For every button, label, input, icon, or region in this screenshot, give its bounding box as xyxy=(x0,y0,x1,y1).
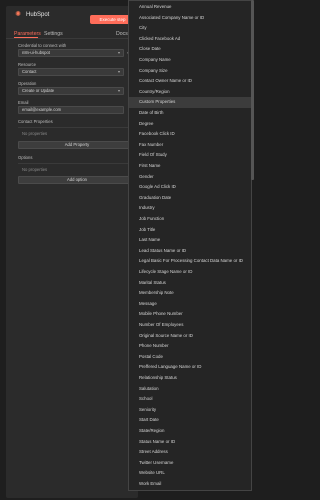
dropdown-option[interactable]: Twitter Username xyxy=(129,458,251,469)
dropdown-option[interactable]: Original Source Name or ID xyxy=(129,331,251,342)
dropdown-option[interactable]: Marital Status xyxy=(129,278,251,289)
operation-label: Operation xyxy=(18,81,37,86)
chevron-down-icon: ▾ xyxy=(117,88,120,93)
node-panel: ✺ HubSpot Execute step Parameters Settin… xyxy=(6,6,138,498)
tab-docs[interactable]: Docs xyxy=(116,31,128,37)
credential-value: n8n-ui-hubspot xyxy=(22,50,50,55)
dropdown-option[interactable]: Close Date xyxy=(129,44,251,55)
resource-value: Contact xyxy=(22,69,37,74)
dropdown-option[interactable]: Company Size xyxy=(129,66,251,77)
divider xyxy=(18,127,136,128)
dropdown-option[interactable]: Status Name or ID xyxy=(129,437,251,448)
dropdown-option[interactable]: Relationship Status xyxy=(129,373,251,384)
contact-properties-label: Contact Properties xyxy=(18,119,53,124)
credential-label: Credential to connect with xyxy=(18,43,67,48)
dropdown-option[interactable]: City xyxy=(129,23,251,34)
credential-select[interactable]: n8n-ui-hubspot ▾ xyxy=(18,49,124,57)
dropdown-option[interactable]: Street Address xyxy=(129,447,251,458)
property-dropdown-list[interactable]: Annual Revenue Associated Company Name or… xyxy=(128,0,252,491)
dropdown-option[interactable]: Website URL xyxy=(129,468,251,479)
dropdown-option[interactable]: Postal Code xyxy=(129,352,251,363)
chevron-down-icon: ▾ xyxy=(117,50,120,55)
dropdown-option[interactable]: Date of Birth xyxy=(129,108,251,119)
dropdown-option[interactable]: School xyxy=(129,394,251,405)
tab-settings[interactable]: Settings xyxy=(44,31,63,37)
dropdown-option[interactable]: First Name xyxy=(129,161,251,172)
dropdown-option[interactable]: Membership Note xyxy=(129,288,251,299)
dropdown-option[interactable]: Country/Region xyxy=(129,87,251,98)
dropdown-option[interactable]: Job Function xyxy=(129,214,251,225)
dropdown-option[interactable]: Graduation Date xyxy=(129,193,251,204)
dropdown-option[interactable]: Annual Revenue xyxy=(129,2,251,13)
dropdown-option[interactable]: Message xyxy=(129,299,251,310)
chevron-down-icon: ▾ xyxy=(117,69,120,74)
active-tab-indicator xyxy=(14,37,38,38)
dropdown-option[interactable]: Google Ad Click ID xyxy=(129,182,251,193)
dropdown-option[interactable]: State/Region xyxy=(129,426,251,437)
dropdown-option[interactable]: Industry xyxy=(129,203,251,214)
dropdown-option[interactable]: Facebook Click ID xyxy=(129,129,251,140)
dropdown-option[interactable]: Clicked Facebook Ad xyxy=(129,34,251,45)
dropdown-option[interactable]: Last Name xyxy=(129,235,251,246)
dropdown-option[interactable]: Lifecycle Stage Name or ID xyxy=(129,267,251,278)
no-properties-text: No properties xyxy=(22,131,48,136)
dropdown-option[interactable]: Legal Basic For Processing Contact Data … xyxy=(129,256,251,267)
operation-select[interactable]: Create or Update ▾ xyxy=(18,87,124,95)
dropdown-option[interactable]: Phone Number xyxy=(129,341,251,352)
dropdown-option[interactable]: Mobile Phone Number xyxy=(129,309,251,320)
add-property-button[interactable]: Add Property xyxy=(18,141,136,149)
dropdown-option[interactable]: Associated Company Name or ID xyxy=(129,13,251,24)
no-options-text: No properties xyxy=(22,167,48,172)
resource-label: Resource xyxy=(18,62,36,67)
dropdown-option[interactable]: Seniority xyxy=(129,405,251,416)
dropdown-scrollbar[interactable] xyxy=(251,0,254,180)
resource-select[interactable]: Contact ▾ xyxy=(18,68,124,76)
dropdown-option[interactable]: Start Date xyxy=(129,415,251,426)
app-title: HubSpot xyxy=(26,12,50,18)
hubspot-icon: ✺ xyxy=(15,11,21,18)
dropdown-option[interactable]: Salutation xyxy=(129,384,251,395)
dropdown-option[interactable]: Lead Status Name or ID xyxy=(129,246,251,257)
dropdown-option[interactable]: Work Email xyxy=(129,479,251,490)
dropdown-option[interactable]: Custom Properties xyxy=(129,97,251,108)
dropdown-option[interactable]: Job Title xyxy=(129,225,251,236)
dropdown-option[interactable]: Preffered Language Name or ID xyxy=(129,362,251,373)
add-option-button[interactable]: Add option xyxy=(18,176,136,184)
divider xyxy=(18,163,136,164)
dropdown-option[interactable]: Field Of Study xyxy=(129,150,251,161)
dropdown-option[interactable]: Number Of Employees xyxy=(129,320,251,331)
dropdown-option[interactable]: Contact Owner Name or ID xyxy=(129,76,251,87)
email-label: Email xyxy=(18,100,29,105)
dropdown-option[interactable]: Fax Number xyxy=(129,140,251,151)
options-label: Options xyxy=(18,155,33,160)
tab-bar: Parameters Settings Docs xyxy=(6,25,138,39)
email-field[interactable]: email@example.com xyxy=(18,106,124,114)
dropdown-option[interactable]: Degree xyxy=(129,119,251,130)
operation-value: Create or Update xyxy=(22,88,55,93)
dropdown-option[interactable]: Gender xyxy=(129,172,251,183)
panel-header: ✺ HubSpot Execute step xyxy=(6,6,138,24)
dropdown-option[interactable]: Company Name xyxy=(129,55,251,66)
